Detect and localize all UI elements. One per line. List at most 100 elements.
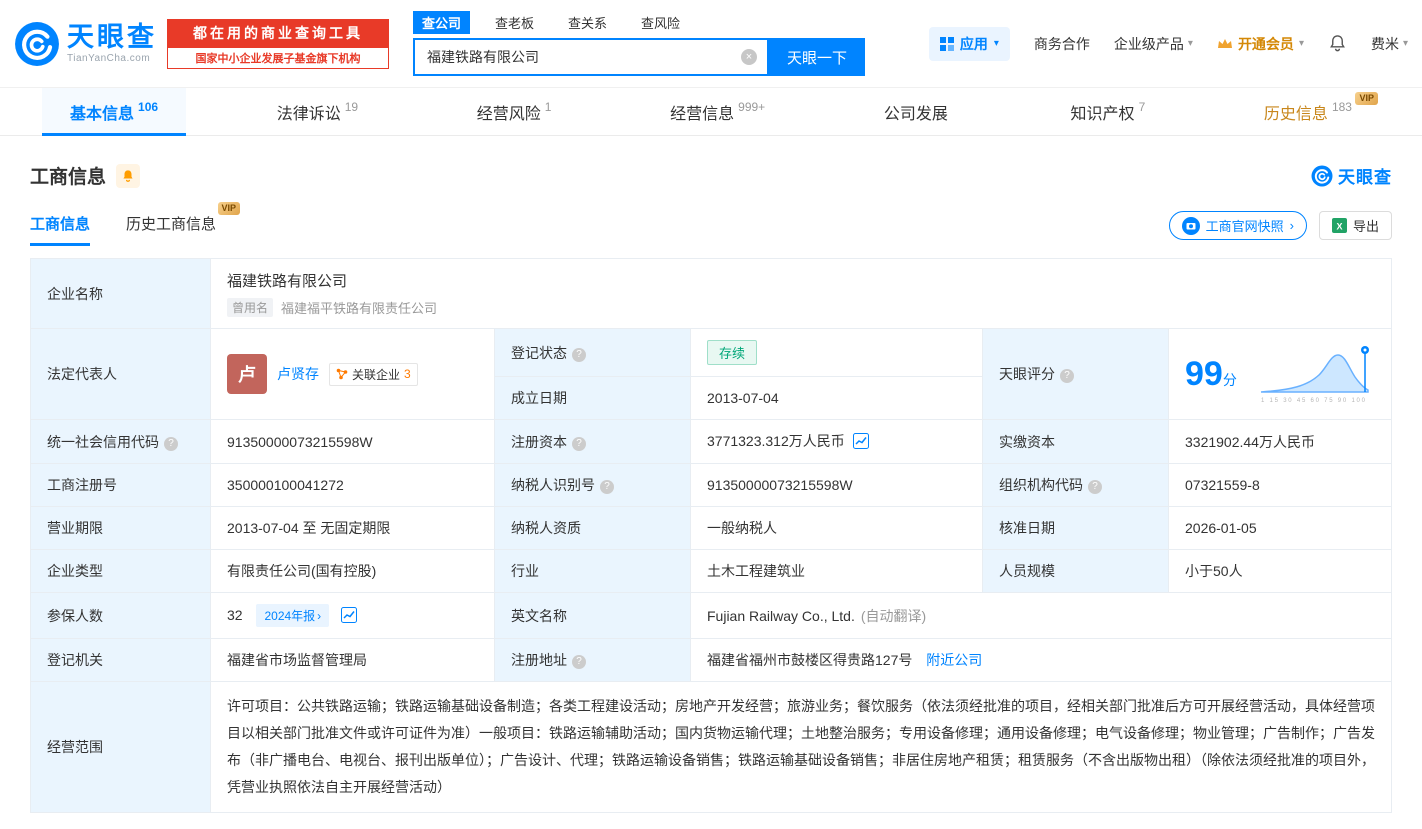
reg-capital-cell: 3771323.312万人民币 (691, 420, 983, 464)
help-icon[interactable]: ? (572, 655, 586, 669)
official-snapshot-button[interactable]: 工商官网快照 › (1169, 211, 1307, 240)
search-tab-company[interactable]: 查公司 (413, 11, 470, 34)
help-icon[interactable]: ? (1060, 369, 1074, 383)
legal-rep-label: 法定代表人 (31, 329, 211, 420)
insured-cell: 32 2024年报 › (211, 593, 495, 639)
promo-line1: 都在用的商业查询工具 (167, 19, 389, 47)
reg-status-label: 登记状态? (495, 329, 691, 377)
score-value: 99 (1185, 355, 1223, 393)
reg-number-label: 工商注册号 (31, 464, 211, 507)
search-button[interactable]: 天眼一下 (769, 38, 865, 76)
nearby-companies-link[interactable]: 附近公司 (926, 652, 982, 668)
snapshot-label: 工商官网快照 (1206, 216, 1284, 235)
biz-cooperation-link[interactable]: 商务合作 (1034, 34, 1090, 54)
tab-label: 知识产权 (1071, 100, 1135, 124)
staff-size-label: 人员规模 (983, 550, 1169, 593)
table-row: 参保人数 32 2024年报 › 英文名称 Fujian Railway Co.… (31, 593, 1392, 639)
search-tab-relation[interactable]: 查关系 (559, 11, 616, 34)
scope-label: 经营范围 (31, 682, 211, 813)
tab-count: 183 (1332, 100, 1352, 114)
tab-operation-risk[interactable]: 经营风险 1 (449, 88, 580, 135)
legal-rep-avatar[interactable]: 卢 (227, 354, 267, 394)
tab-label: 经营风险 (477, 100, 541, 124)
promo-line2: 国家中小企业发展子基金旗下机构 (167, 47, 389, 69)
company-type-cell: 有限责任公司(国有控股) (211, 550, 495, 593)
export-label: 导出 (1353, 216, 1379, 235)
auto-translate-note: (自动翻译) (861, 608, 926, 624)
biz-cooperation-label: 商务合作 (1034, 34, 1090, 54)
header-menu: 应用 ▾ 商务合作 企业级产品 ▾ 开通会员 ▾ 费米 ▾ (929, 27, 1408, 61)
tab-label: 基本信息 (70, 100, 134, 124)
tab-operation-info[interactable]: 经营信息 999+ (642, 88, 793, 135)
related-companies-count: 3 (404, 367, 411, 381)
score-curve-chart: 1 15 30 45 60 75 90 100 (1257, 342, 1375, 406)
related-companies-label: 关联企业 (352, 366, 400, 383)
tab-legal-litigation[interactable]: 法律诉讼 19 (249, 88, 386, 135)
help-icon[interactable]: ? (600, 480, 614, 494)
scope-text: 许可项目：公共铁路运输；铁路运输基础设备制造；各类工程建设活动；房地产开发经营；… (227, 693, 1375, 801)
section-nav-tabs: 基本信息 106 法律诉讼 19 经营风险 1 经营信息 999+ 公司发展 知… (0, 88, 1422, 136)
tab-count: 7 (1139, 100, 1146, 114)
company-name-label: 企业名称 (31, 259, 211, 329)
search-tab-boss[interactable]: 查老板 (486, 11, 543, 34)
tab-intellectual-property[interactable]: 知识产权 7 (1043, 88, 1174, 135)
industry-cell: 土木工程建筑业 (691, 550, 983, 593)
tab-count: 1 (545, 100, 552, 114)
watermark-label: 天眼查 (1338, 163, 1392, 188)
insured-trend-icon[interactable] (341, 607, 357, 626)
main-content: 工商信息 天眼查 工商信息 历史工商信息 VIP (0, 136, 1422, 829)
help-icon[interactable]: ? (572, 348, 586, 362)
industry-label: 行业 (495, 550, 691, 593)
table-row: 营业期限 2013-07-04 至 无固定期限 纳税人资质 一般纳税人 核准日期… (31, 507, 1392, 550)
user-menu[interactable]: 费米 ▾ (1371, 34, 1408, 54)
help-icon[interactable]: ? (164, 437, 178, 451)
former-name-tag: 曾用名 (227, 298, 273, 317)
help-icon[interactable]: ? (572, 437, 586, 451)
insured-label: 参保人数 (31, 593, 211, 639)
tianyancha-watermark: 天眼查 (1311, 163, 1392, 188)
capital-change-icon[interactable] (853, 433, 869, 452)
tab-count: 999+ (738, 100, 765, 114)
promo-banner: 都在用的商业查询工具 国家中小企业发展子基金旗下机构 (167, 19, 389, 69)
staff-size-cell: 小于50人 (1169, 550, 1392, 593)
export-button[interactable]: X 导出 (1319, 211, 1392, 240)
legal-rep-name[interactable]: 卢贤存 (277, 364, 319, 384)
related-companies-badge[interactable]: 关联企业 3 (329, 363, 418, 386)
search-tab-risk[interactable]: 查风险 (632, 11, 689, 34)
chevron-down-icon: ▾ (994, 38, 999, 49)
paid-capital-label: 实缴资本 (983, 420, 1169, 464)
tab-label: 公司发展 (884, 100, 948, 124)
enterprise-product-menu[interactable]: 企业级产品 ▾ (1114, 34, 1193, 54)
search-input[interactable] (425, 48, 741, 66)
reg-capital-label: 注册资本? (495, 420, 691, 464)
subtab-label: 历史工商信息 (126, 216, 216, 233)
annual-report-badge[interactable]: 2024年报 › (256, 604, 329, 627)
tab-history-info[interactable]: VIP 历史信息 183 (1236, 88, 1380, 135)
score-label: 天眼评分? (983, 329, 1169, 420)
clear-search-icon[interactable]: × (741, 49, 757, 65)
tab-company-development[interactable]: 公司发展 (856, 88, 980, 135)
tab-basic-info[interactable]: 基本信息 106 (42, 88, 186, 135)
apps-menu[interactable]: 应用 ▾ (929, 27, 1010, 61)
camera-icon (1182, 217, 1200, 235)
help-icon[interactable]: ? (1088, 480, 1102, 494)
brand-domain: TianYanCha.com (67, 53, 157, 64)
svg-text:1 15 30 45 60 75 90 100: 1 15 30 45 60 75 90 100 (1261, 398, 1366, 404)
vip-upgrade-link[interactable]: 开通会员 ▾ (1217, 34, 1304, 54)
score-unit: 分 (1223, 372, 1237, 388)
monitor-bell-icon[interactable] (116, 164, 140, 188)
notification-bell-icon[interactable] (1328, 34, 1347, 53)
vip-badge: VIP (218, 202, 241, 215)
subtab-business-info[interactable]: 工商信息 (30, 213, 90, 246)
search-input-box[interactable]: × (413, 38, 769, 76)
tianyancha-logo[interactable]: 天眼查 TianYanCha.com (14, 21, 157, 67)
scope-cell: 许可项目：公共铁路运输；铁路运输基础设备制造；各类工程建设活动；房地产开发经营；… (211, 682, 1392, 813)
apps-label: 应用 (960, 34, 988, 54)
subtab-history-business-info[interactable]: 历史工商信息 VIP (126, 213, 216, 246)
table-row: 法定代表人 卢 卢贤存 关联企业 (31, 329, 1392, 377)
former-name: 福建福平铁路有限责任公司 (281, 298, 437, 317)
search-area: 查公司 查老板 查关系 查风险 × 天眼一下 (413, 11, 865, 76)
org-code-cell: 07321559-8 (1169, 464, 1392, 507)
score-cell: 99分 1 15 30 45 60 75 90 100 (1169, 329, 1392, 420)
business-term-label: 营业期限 (31, 507, 211, 550)
